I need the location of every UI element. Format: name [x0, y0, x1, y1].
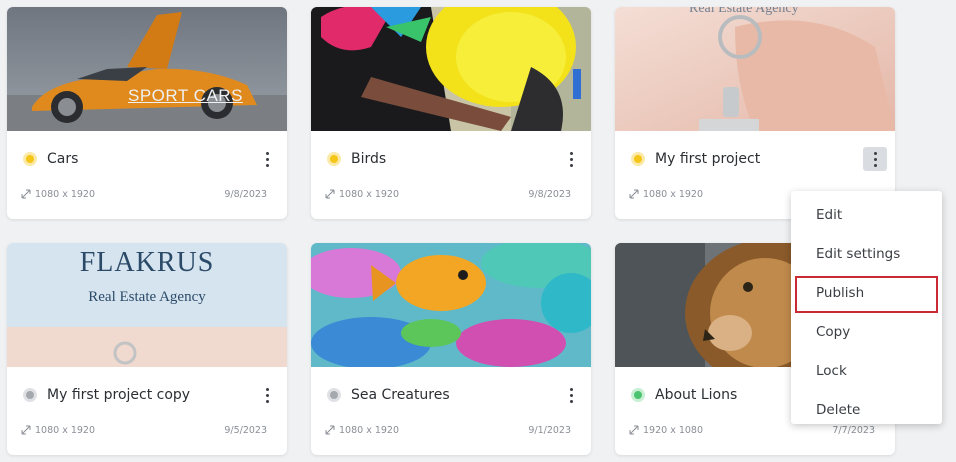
resize-icon [325, 189, 335, 199]
more-options-button[interactable] [255, 147, 279, 171]
project-card-my-first-project[interactable]: Real Estate Agency My first project 1080… [615, 7, 895, 219]
project-title: Cars [47, 151, 79, 167]
project-title: Sea Creatures [351, 387, 450, 403]
menu-item-delete[interactable]: Delete [791, 391, 942, 430]
status-indicator [327, 388, 341, 402]
project-card-sea-creatures[interactable]: Sea Creatures 1080 x 1920 9/1/2023 [311, 243, 591, 455]
more-options-button[interactable] [559, 147, 583, 171]
date-label: 9/8/2023 [224, 188, 267, 200]
more-options-button[interactable] [559, 383, 583, 407]
project-card-my-first-project-copy[interactable]: FLAKRUS Real Estate Agency My first proj… [7, 243, 287, 455]
resize-icon [325, 425, 335, 435]
resize-icon [629, 189, 639, 199]
menu-item-lock[interactable]: Lock [791, 352, 942, 391]
thumbnail-my-first-project[interactable]: Real Estate Agency [615, 7, 895, 131]
resize-icon [629, 425, 639, 435]
context-menu: Edit Edit settings Publish Copy Lock Del… [791, 191, 942, 424]
resolution-label: 1080 x 1920 [339, 424, 400, 436]
more-options-button[interactable] [255, 383, 279, 407]
thumbnail-birds[interactable] [311, 7, 591, 131]
thumbnail-cars[interactable]: SPORT CARS [7, 7, 287, 131]
thumbnail-overlay-text: SPORT CARS [128, 86, 243, 105]
menu-item-publish[interactable]: Publish [791, 274, 942, 313]
date-label: 9/8/2023 [528, 188, 571, 200]
thumbnail-overlay-title: FLAKRUS [79, 247, 215, 278]
menu-item-edit[interactable]: Edit [791, 196, 942, 235]
status-indicator [631, 388, 645, 402]
menu-item-copy[interactable]: Copy [791, 313, 942, 352]
project-title: Birds [351, 151, 387, 167]
status-indicator [23, 388, 37, 402]
status-indicator [631, 152, 645, 166]
project-card-birds[interactable]: Birds 1080 x 1920 9/8/2023 [311, 7, 591, 219]
resize-icon [21, 425, 31, 435]
thumbnail-my-first-project-copy[interactable]: FLAKRUS Real Estate Agency [7, 243, 287, 367]
status-indicator [327, 152, 341, 166]
project-card-cars[interactable]: SPORT CARS Cars 1080 x 1920 9/8/2023 [7, 7, 287, 219]
more-options-button[interactable] [863, 147, 887, 171]
thumbnail-overlay-subtitle: Real Estate Agency [88, 289, 206, 305]
resolution-label: 1080 x 1920 [339, 188, 400, 200]
status-indicator [23, 152, 37, 166]
date-label: 9/5/2023 [224, 424, 267, 436]
project-title: My first project copy [47, 387, 191, 403]
menu-item-edit-settings[interactable]: Edit settings [791, 235, 942, 274]
resolution-label: 1080 x 1920 [35, 424, 96, 436]
thumbnail-sea-creatures[interactable] [311, 243, 591, 367]
date-label: 9/1/2023 [528, 424, 571, 436]
resolution-label: 1080 x 1920 [35, 188, 96, 200]
project-title: My first project [655, 151, 761, 167]
resize-icon [21, 189, 31, 199]
thumbnail-overlay-text: Real Estate Agency [689, 7, 799, 16]
